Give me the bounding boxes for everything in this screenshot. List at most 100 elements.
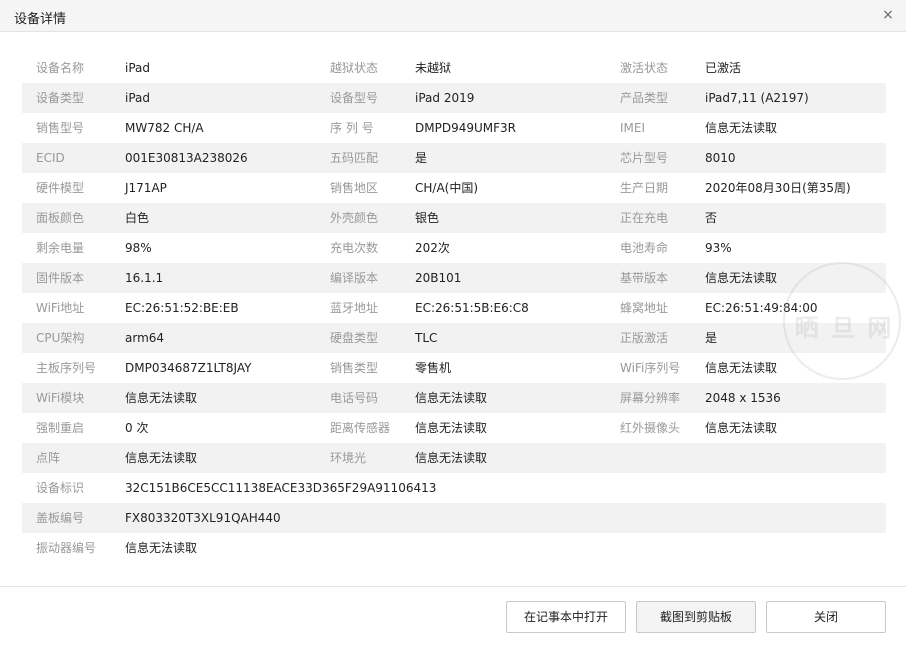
field-label: 红外摄像头 <box>620 421 681 435</box>
field-value: 已激活 <box>705 61 742 75</box>
device-info-grid: 设备名称 iPad 越狱状态 未越狱 激活状态 已激活 设备类型 iPad 设备型号 iPad 2… <box>22 53 886 563</box>
info-row: 剩余电量 98% 充电次数 202次 电池寿命 93% <box>22 233 886 263</box>
field-value: 信息无法读取 <box>125 391 198 405</box>
field-label: WiFi模块 <box>36 391 85 405</box>
field-label: 距离传感器 <box>330 421 391 435</box>
field-value: 信息无法读取 <box>415 391 488 405</box>
field-value: arm64 <box>125 331 165 345</box>
field-value: EC:26:51:52:BE:EB <box>125 301 239 315</box>
field-value: 银色 <box>415 211 440 225</box>
field-value: 白色 <box>125 211 150 225</box>
field-value: 202次 <box>415 241 450 255</box>
field-label: 产品类型 <box>620 91 669 105</box>
watermark-text: 晒 旦 网 <box>794 314 894 342</box>
field-label: IMEI <box>620 121 646 135</box>
dialog-titlebar: 设备详情 × <box>0 0 906 32</box>
field-value: MW782 CH/A <box>125 121 204 135</box>
field-label: 电话号码 <box>330 391 379 405</box>
field-label: 充电次数 <box>330 241 379 255</box>
field-label: 剩余电量 <box>36 241 85 255</box>
info-row: 设备名称 iPad 越狱状态 未越狱 激活状态 已激活 <box>22 53 886 83</box>
field-value: DMP034687Z1LT8JAY <box>125 361 252 375</box>
field-label: 生产日期 <box>620 181 669 195</box>
info-row: 固件版本 16.1.1 编译版本 20B101 基带版本 信息无法读取 <box>22 263 886 293</box>
field-label: 振动器编号 <box>36 541 97 555</box>
field-label: 越狱状态 <box>330 61 379 75</box>
field-label: 芯片型号 <box>620 151 669 165</box>
field-label: 激活状态 <box>620 61 669 75</box>
field-value: 0 次 <box>125 421 149 435</box>
field-value: CH/A(中国) <box>415 181 479 195</box>
field-label: 销售型号 <box>36 121 85 135</box>
field-value: 信息无法读取 <box>415 421 488 435</box>
field-label: 设备型号 <box>330 91 379 105</box>
info-row: 硬件模型 J171AP 销售地区 CH/A(中国) 生产日期 2020年08月30日(第3… <box>22 173 886 203</box>
dialog-title: 设备详情 <box>14 12 67 27</box>
field-label: 设备标识 <box>36 481 85 495</box>
info-row: 盖板编号 FX803320T3XL91QAH440 <box>22 503 886 533</box>
field-label: ECID <box>36 151 65 165</box>
field-label: 电池寿命 <box>620 241 669 255</box>
field-value: 8010 <box>705 151 736 165</box>
field-value: 信息无法读取 <box>705 421 778 435</box>
field-label: 硬件模型 <box>36 181 85 195</box>
open-in-notepad-button[interactable]: 在记事本中打开 <box>506 601 626 633</box>
field-label: 固件版本 <box>36 271 85 285</box>
watermark-seal: 晒 旦 网 <box>783 262 901 380</box>
info-row: 振动器编号 信息无法读取 <box>22 533 886 563</box>
field-value: 93% <box>705 241 732 255</box>
field-label: 蓝牙地址 <box>330 301 379 315</box>
field-value: 信息无法读取 <box>415 451 488 465</box>
field-label: CPU架构 <box>36 331 85 345</box>
info-row: WiFi地址 EC:26:51:52:BE:EB 蓝牙地址 EC:26:51:5B:E… <box>22 293 886 323</box>
field-label: 点阵 <box>36 451 61 465</box>
field-label: WiFi地址 <box>36 301 85 315</box>
field-value: 未越狱 <box>415 61 452 75</box>
info-row: 销售型号 MW782 CH/A 序 列 号 DMPD949UMF3R IMEI 信息无法读… <box>22 113 886 143</box>
field-value: 信息无法读取 <box>125 451 198 465</box>
field-label: 销售类型 <box>330 361 379 375</box>
info-row: WiFi模块 信息无法读取 电话号码 信息无法读取 屏幕分辨率 2048 x 1536 <box>22 383 886 413</box>
field-value: TLC <box>415 331 438 345</box>
field-label: 正版激活 <box>620 331 669 345</box>
field-label: 外壳颜色 <box>330 211 379 225</box>
field-label: 销售地区 <box>330 181 379 195</box>
info-row: 强制重启 0 次 距离传感器 信息无法读取 红外摄像头 信息无法读取 <box>22 413 886 443</box>
field-label: 设备类型 <box>36 91 85 105</box>
field-label: WiFi序列号 <box>620 361 681 375</box>
info-row: 点阵 信息无法读取 环境光 信息无法读取 <box>22 443 886 473</box>
field-label: 正在充电 <box>620 211 669 225</box>
field-label: 序 列 号 <box>330 121 374 135</box>
field-value: 信息无法读取 <box>705 271 778 285</box>
close-button[interactable]: 关闭 <box>766 601 886 633</box>
field-label: 盖板编号 <box>36 511 85 525</box>
info-row: 设备类型 iPad 设备型号 iPad 2019 产品类型 iPad7,11 (A2197… <box>22 83 886 113</box>
field-value: 信息无法读取 <box>705 121 778 135</box>
field-label: 基带版本 <box>620 271 669 285</box>
close-icon[interactable]: × <box>880 7 896 23</box>
field-value: FX803320T3XL91QAH440 <box>125 511 281 525</box>
info-row: 主板序列号 DMP034687Z1LT8JAY 销售类型 零售机 WiFi序列号 信息无法… <box>22 353 886 383</box>
field-value: 2048 x 1536 <box>705 391 781 405</box>
field-value: 否 <box>705 211 718 225</box>
info-row: CPU架构 arm64 硬盘类型 TLC 正版激活 是 <box>22 323 886 353</box>
field-label: 强制重启 <box>36 421 85 435</box>
field-value: iPad <box>125 91 151 105</box>
field-value: 32C151B6CE5CC11138EACE33D365F29A91106413 <box>125 481 437 495</box>
field-label: 主板序列号 <box>36 361 97 375</box>
field-value: J171AP <box>125 181 167 195</box>
field-value: 信息无法读取 <box>705 361 778 375</box>
field-value: 信息无法读取 <box>125 541 198 555</box>
field-value: 零售机 <box>415 361 452 375</box>
info-row: 设备标识 32C151B6CE5CC11138EACE33D365F29A9110… <box>22 473 886 503</box>
field-value: EC:26:51:5B:E6:C8 <box>415 301 529 315</box>
field-label: 环境光 <box>330 451 367 465</box>
info-row: 面板颜色 白色 外壳颜色 银色 正在充电 否 <box>22 203 886 233</box>
field-value: 20B101 <box>415 271 462 285</box>
field-value: 16.1.1 <box>125 271 164 285</box>
field-value: 001E30813A238026 <box>125 151 248 165</box>
field-value: 是 <box>415 151 428 165</box>
copy-screenshot-button[interactable]: 截图到剪贴板 <box>636 601 756 633</box>
field-label: 蜂窝地址 <box>620 301 669 315</box>
field-value: iPad7,11 (A2197) <box>705 91 809 105</box>
